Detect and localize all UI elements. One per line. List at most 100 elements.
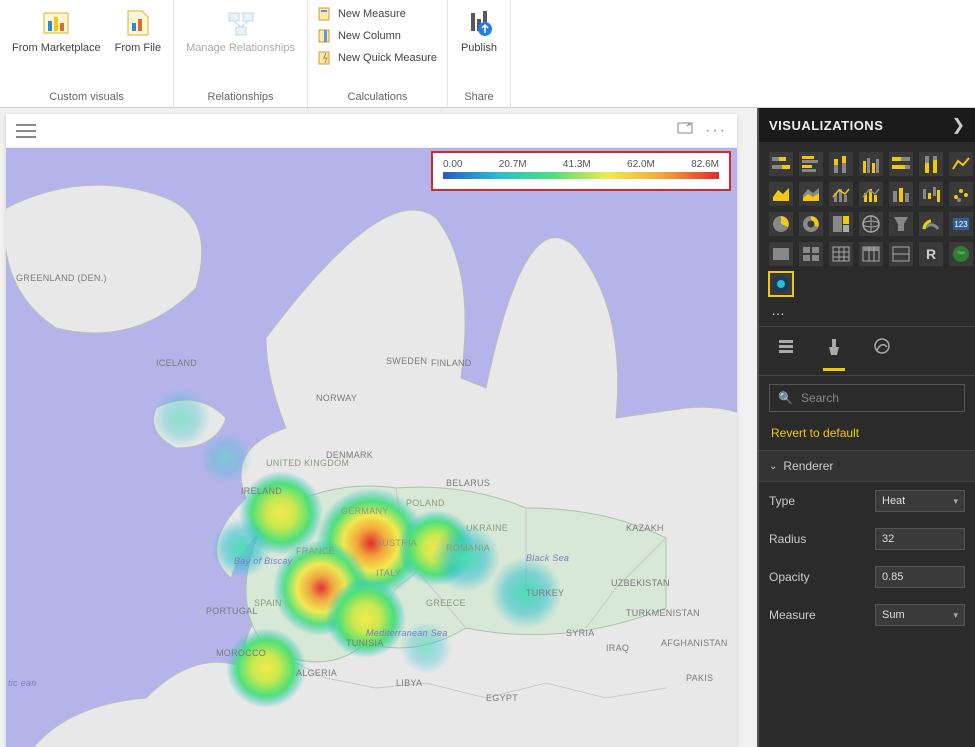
ribbon-group-calculations: New Measure New Column New Quick Measure… <box>308 0 448 107</box>
new-quick-measure-label: New Quick Measure <box>338 52 437 64</box>
viz-area-icon[interactable] <box>769 182 793 206</box>
radius-value: 32 <box>882 533 894 545</box>
pane-header: VISUALIZATIONS ❯ <box>759 108 975 142</box>
report-visual[interactable]: GREENLAND (DEN.) ICELAND NORWAY SWEDEN F… <box>6 148 737 747</box>
viz-pie-icon[interactable] <box>769 212 793 236</box>
type-dropdown[interactable]: Heat▾ <box>875 490 965 512</box>
opacity-property: Opacity 0.85 <box>759 558 975 596</box>
canvas-actions: ··· <box>677 120 727 141</box>
revert-to-default-link[interactable]: Revert to default <box>759 420 975 450</box>
focus-mode-icon[interactable] <box>677 120 693 141</box>
search-icon: 🔍 <box>778 391 793 405</box>
viz-custom-heatmap-icon[interactable] <box>769 272 793 296</box>
from-file-button[interactable]: From File <box>109 2 167 59</box>
group-label-relationships: Relationships <box>180 89 301 107</box>
visualizations-pane: VISUALIZATIONS ❯ 123 R … 🔍 Search Revert … <box>757 108 975 747</box>
map-area[interactable]: GREENLAND (DEN.) ICELAND NORWAY SWEDEN F… <box>6 148 737 747</box>
ribbon-group-custom-visuals: From Marketplace From File Custom visual… <box>0 0 174 107</box>
collapse-pane-icon[interactable]: ❯ <box>952 115 965 135</box>
type-label: Type <box>769 494 795 508</box>
viz-funnel-icon[interactable] <box>889 212 913 236</box>
viz-clustered-col-icon[interactable] <box>859 152 883 176</box>
viz-donut-icon[interactable] <box>799 212 823 236</box>
viz-kpi-icon[interactable]: 123 <box>949 212 973 236</box>
publish-icon <box>462 6 496 40</box>
group-label-share: Share <box>454 89 504 107</box>
opacity-input[interactable]: 0.85 <box>875 566 965 588</box>
format-tabs <box>759 326 975 376</box>
column-icon <box>318 28 334 44</box>
viz-icon-grid: 123 R <box>759 142 975 302</box>
viz-matrix-icon[interactable] <box>859 242 883 266</box>
viz-slicer-icon[interactable] <box>889 242 913 266</box>
viz-r-icon[interactable]: R <box>919 242 943 266</box>
legend-tick: 62.0M <box>627 159 655 170</box>
radius-property: Radius 32 <box>759 520 975 558</box>
heatmap-legend: 0.00 20.7M 41.3M 62.0M 82.6M <box>431 151 731 191</box>
new-quick-measure-button[interactable]: New Quick Measure <box>314 48 441 68</box>
viz-arcgis-icon[interactable] <box>949 242 973 266</box>
new-measure-button[interactable]: New Measure <box>314 4 441 24</box>
main: ··· <box>0 108 975 747</box>
viz-stacked-col-icon[interactable] <box>829 152 853 176</box>
map-svg <box>6 148 737 747</box>
from-marketplace-button[interactable]: From Marketplace <box>6 2 107 59</box>
new-measure-label: New Measure <box>338 8 406 20</box>
new-column-label: New Column <box>338 30 401 42</box>
measure-value: Sum <box>882 609 905 621</box>
canvas-header: ··· <box>6 114 737 148</box>
hamburger-icon[interactable] <box>16 124 36 138</box>
fields-tab[interactable] <box>775 333 797 371</box>
viz-line-col2-icon[interactable] <box>859 182 883 206</box>
ribbon: From Marketplace From File Custom visual… <box>0 0 975 108</box>
viz-multi-card-icon[interactable] <box>799 242 823 266</box>
more-options-icon[interactable]: ··· <box>705 122 727 140</box>
search-input[interactable]: 🔍 Search <box>769 384 965 412</box>
new-column-button[interactable]: New Column <box>314 26 441 46</box>
ribbon-group-share: Publish Share <box>448 0 511 107</box>
chevron-down-icon: ⌄ <box>769 461 777 472</box>
viz-scatter-icon[interactable] <box>949 182 973 206</box>
more-visuals-button[interactable]: … <box>759 302 975 326</box>
viz-map-icon[interactable] <box>859 212 883 236</box>
radius-input[interactable]: 32 <box>875 528 965 550</box>
viz-stacked100-bar-icon[interactable] <box>889 152 913 176</box>
svg-text:R: R <box>926 246 936 262</box>
marketplace-icon <box>39 6 73 40</box>
renderer-section-header[interactable]: ⌄ Renderer <box>759 450 975 482</box>
viz-table-icon[interactable] <box>829 242 853 266</box>
viz-line-icon[interactable] <box>949 152 973 176</box>
viz-clustered-bar-icon[interactable] <box>799 152 823 176</box>
viz-stacked100-col-icon[interactable] <box>919 152 943 176</box>
format-tab[interactable] <box>823 333 845 371</box>
viz-stacked-bar-icon[interactable] <box>769 152 793 176</box>
from-marketplace-label: From Marketplace <box>12 42 101 55</box>
opacity-label: Opacity <box>769 570 810 584</box>
measure-dropdown[interactable]: Sum▾ <box>875 604 965 626</box>
legend-tick: 41.3M <box>563 159 591 170</box>
relationships-icon <box>224 6 258 40</box>
quick-measure-icon <box>318 50 334 66</box>
legend-tick: 20.7M <box>499 159 527 170</box>
manage-relationships-button[interactable]: Manage Relationships <box>180 2 301 59</box>
viz-line-col-icon[interactable] <box>829 182 853 206</box>
group-label-calculations: Calculations <box>314 89 441 107</box>
group-label-custom-visuals: Custom visuals <box>6 89 167 107</box>
search-placeholder: Search <box>801 391 839 405</box>
measure-label: Measure <box>769 608 816 622</box>
report-canvas: ··· <box>6 114 737 747</box>
legend-gradient <box>443 172 719 179</box>
pane-title: VISUALIZATIONS <box>769 118 883 133</box>
viz-card-icon[interactable] <box>769 242 793 266</box>
viz-stacked-area-icon[interactable] <box>799 182 823 206</box>
canvas-wrapper: ··· <box>0 108 757 747</box>
file-icon <box>121 6 155 40</box>
analytics-tab[interactable] <box>871 333 893 371</box>
viz-gauge-icon[interactable] <box>919 212 943 236</box>
publish-label: Publish <box>461 42 497 55</box>
viz-ribbon-icon[interactable] <box>889 182 913 206</box>
publish-button[interactable]: Publish <box>454 2 504 59</box>
ribbon-group-relationships: Manage Relationships Relationships <box>174 0 308 107</box>
viz-waterfall-icon[interactable] <box>919 182 943 206</box>
viz-treemap-icon[interactable] <box>829 212 853 236</box>
